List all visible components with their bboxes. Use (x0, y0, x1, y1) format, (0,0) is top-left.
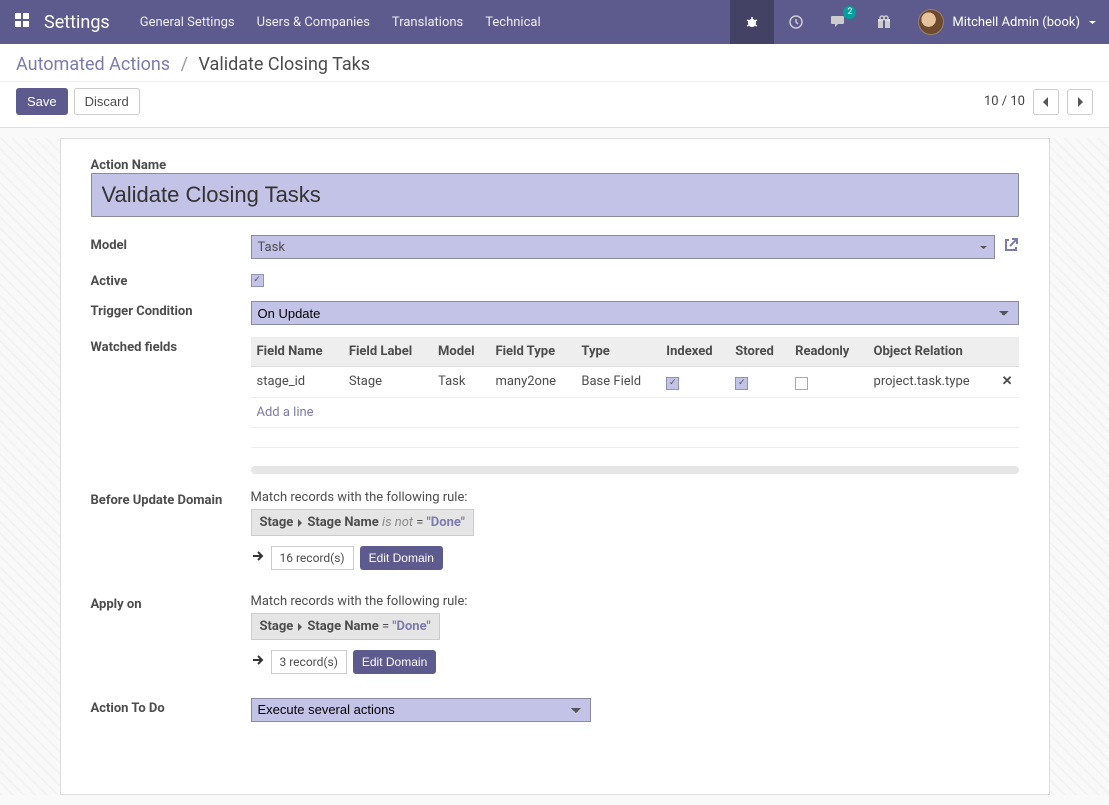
table-row[interactable]: stage_id Stage Task many2one Base Field … (251, 367, 1019, 398)
gift-icon[interactable] (862, 0, 906, 44)
save-button[interactable]: Save (16, 88, 68, 115)
indexed-checkbox: ✓ (666, 377, 679, 390)
active-checkbox[interactable]: ✓ (251, 274, 264, 287)
cell-field-label: Stage (343, 367, 432, 398)
watched-fields-table: Field Name Field Label Model Field Type … (251, 337, 1019, 448)
dropdown-caret-icon (979, 243, 988, 252)
col-field-type[interactable]: Field Type (489, 337, 575, 367)
add-a-line-link[interactable]: Add a line (257, 405, 314, 420)
record-count-apply[interactable]: 3 record(s) (271, 650, 347, 674)
brand-title[interactable]: Settings (44, 12, 140, 33)
cell-indexed: ✓ (660, 367, 729, 398)
col-field-label[interactable]: Field Label (343, 337, 432, 367)
debug-icon[interactable] (730, 0, 774, 44)
arrow-right-icon (251, 549, 265, 567)
menu-users-companies[interactable]: Users & Companies (257, 15, 370, 30)
action-to-do-select[interactable]: Execute several actions (251, 698, 591, 722)
label-action-to-do: Action To Do (91, 698, 251, 722)
nav-right: 2 Mitchell Admin (book) (730, 0, 1109, 44)
domain-box-apply: StageStage Name = "Done" (251, 613, 440, 640)
cell-relation: project.task.type (868, 367, 996, 398)
apps-icon[interactable] (0, 12, 44, 32)
match-text-1: Match records with the following rule: (251, 490, 1019, 505)
messaging-icon[interactable]: 2 (818, 0, 862, 44)
col-object-relation[interactable]: Object Relation (868, 337, 996, 367)
top-nav: Settings General Settings Users & Compan… (0, 0, 1109, 44)
cell-delete[interactable]: ✕ (996, 367, 1019, 398)
cell-field-type: many2one (489, 367, 575, 398)
cell-readonly: ✓ (789, 367, 867, 398)
form-sheet: Action Name Model Task Active ✓ Trigger … (60, 138, 1050, 795)
record-count-before[interactable]: 16 record(s) (271, 546, 354, 570)
clock-icon[interactable] (774, 0, 818, 44)
breadcrumb: Automated Actions / Validate Closing Tak… (16, 54, 1093, 75)
label-watched: Watched fields (91, 337, 251, 355)
pager-prev-button[interactable] (1033, 89, 1059, 115)
cell-type: Base Field (575, 367, 660, 398)
pager-next-button[interactable] (1067, 89, 1093, 115)
action-name-input[interactable] (91, 173, 1019, 217)
edit-domain-before-button[interactable]: Edit Domain (360, 546, 443, 570)
col-field-name[interactable]: Field Name (251, 337, 343, 367)
cell-field-name: stage_id (251, 367, 343, 398)
discard-button[interactable]: Discard (74, 88, 140, 115)
model-field[interactable]: Task (251, 235, 995, 259)
label-apply-on: Apply on (91, 594, 251, 612)
pager: 10 / 10 (984, 89, 1093, 115)
col-type[interactable]: Type (575, 337, 660, 367)
label-model: Model (91, 235, 251, 259)
pager-text: 10 / 10 (984, 94, 1025, 109)
breadcrumb-root[interactable]: Automated Actions (16, 54, 170, 75)
col-actions (996, 337, 1019, 367)
model-field-value: Task (258, 240, 285, 255)
label-action-name: Action Name (91, 155, 251, 173)
stored-checkbox: ✓ (735, 377, 748, 390)
col-model[interactable]: Model (432, 337, 489, 367)
cell-model: Task (432, 367, 489, 398)
breadcrumb-sep: / (181, 54, 188, 75)
form-area: Action Name Model Task Active ✓ Trigger … (0, 138, 1109, 795)
menu-links: General Settings Users & Companies Trans… (140, 15, 541, 30)
breadcrumb-row: Automated Actions / Validate Closing Tak… (0, 44, 1109, 82)
control-row: Save Discard 10 / 10 (0, 82, 1109, 128)
avatar (918, 9, 944, 35)
menu-translations[interactable]: Translations (392, 15, 463, 30)
user-menu[interactable]: Mitchell Admin (book) (906, 9, 1109, 35)
menu-technical[interactable]: Technical (485, 15, 540, 30)
trigger-select[interactable]: On Update (251, 301, 1019, 325)
match-text-2: Match records with the following rule: (251, 594, 1019, 609)
col-indexed[interactable]: Indexed (660, 337, 729, 367)
label-before-domain: Before Update Domain (91, 490, 251, 508)
horizontal-scrollbar[interactable] (251, 466, 1019, 474)
edit-domain-apply-button[interactable]: Edit Domain (353, 650, 436, 674)
label-active: Active (91, 271, 251, 289)
arrow-right-icon (251, 653, 265, 671)
caret-down-icon (1088, 18, 1097, 27)
menu-general-settings[interactable]: General Settings (140, 15, 235, 30)
domain-box-before: StageStage Name is not = "Done" (251, 509, 474, 536)
external-link-icon[interactable] (1003, 237, 1019, 257)
message-count-badge: 2 (843, 6, 856, 19)
label-trigger: Trigger Condition (91, 301, 251, 325)
cell-stored: ✓ (729, 367, 789, 398)
user-name: Mitchell Admin (book) (952, 15, 1080, 30)
readonly-checkbox: ✓ (795, 377, 808, 390)
col-readonly[interactable]: Readonly (789, 337, 867, 367)
breadcrumb-current: Validate Closing Taks (198, 54, 370, 75)
col-stored[interactable]: Stored (729, 337, 789, 367)
